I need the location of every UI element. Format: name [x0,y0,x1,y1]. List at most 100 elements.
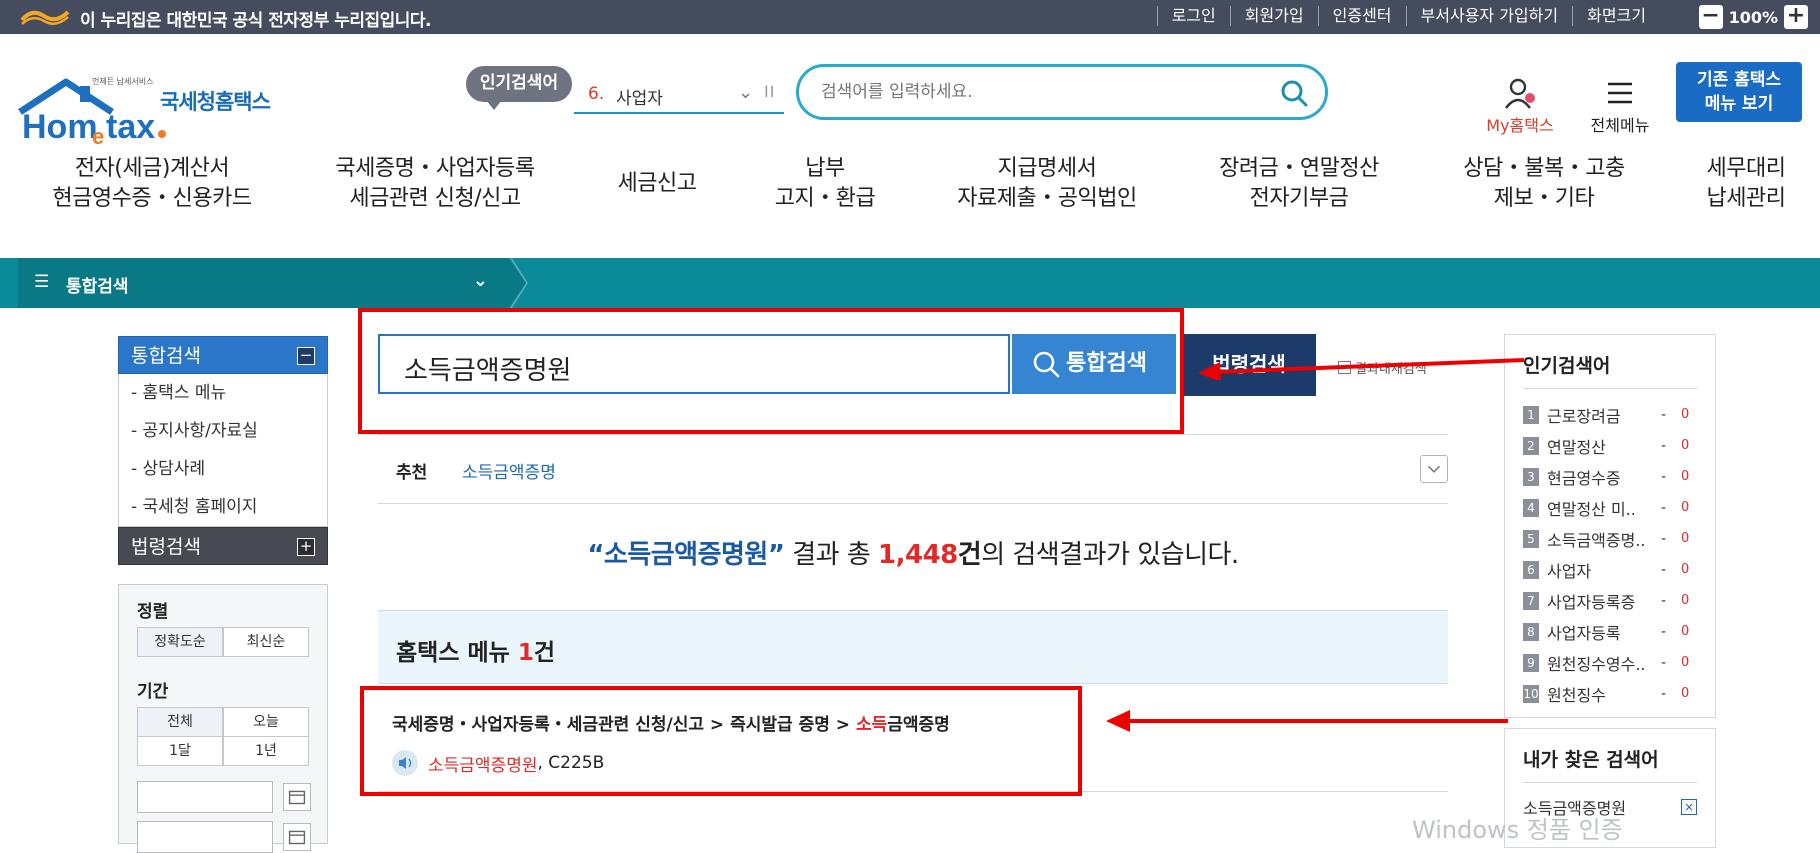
rolling-popular-keyword[interactable]: 6. 사업자 ⌄ II [574,78,784,114]
all-menu-button[interactable]: 전체메뉴 [1582,76,1658,136]
header-search-input[interactable] [821,79,1241,105]
cert-center-link[interactable]: 인증센터 [1317,6,1406,26]
rolling-keyword[interactable]: 사업자 [616,84,663,109]
rank-change-icon: - [1661,437,1667,454]
period-year-button[interactable]: 1년 [223,736,309,766]
gnb-item-payment[interactable]: 납부 고지・환급 [768,154,882,214]
popular-keyword-row[interactable]: 6 사업자 -0 [1523,554,1697,585]
gnb-item-tax-return[interactable]: 세금신고 [612,169,702,199]
popular-keyword[interactable]: 현금영수증 [1547,465,1661,489]
my-hometax-label: My홈택스 [1486,116,1554,135]
period-options-row1: 전체 오늘 [137,707,309,737]
svg-text:Hom: Hom [22,108,98,146]
lnb-head-label: 법령검색 [131,536,201,558]
lnb-item-nts-homepage[interactable]: - 국세청 홈페이지 [119,488,327,526]
popular-keyword[interactable]: 사업자등록증 [1547,589,1661,613]
lnb-item-notice[interactable]: - 공지사항/자료실 [119,412,327,450]
my-keywords-title: 내가 찾은 검색어 [1523,729,1697,783]
popular-keyword-row[interactable]: 1 근로장려금 -0 [1523,399,1697,430]
rank-change-icon: - [1661,685,1667,702]
popular-keywords-panel: 인기검색어 1 근로장려금 -0 2 연말정산 -0 3 현금영수증 -0 4 연말정산 미.. -0… [1504,334,1716,718]
sort-latest-button[interactable]: 최신순 [223,627,309,657]
gnb-item-einvoice[interactable]: 전자(세금)계산서 현금영수증・신용카드 [46,154,258,214]
gnb-item-line2: 고지・환급 [774,186,876,211]
calendar-icon[interactable] [283,783,311,811]
start-date-input[interactable] [137,781,273,813]
popular-keyword-row[interactable]: 3 현금영수증 -0 [1523,461,1697,492]
popular-keyword[interactable]: 원천징수영수.. [1547,651,1661,675]
gnb-item-line1: 세금신고 [617,171,697,196]
legacy-menu-button[interactable]: 기존 홈택스 메뉴 보기 [1676,62,1802,122]
zoom-in-button[interactable]: + [1784,5,1808,29]
period-today-button[interactable]: 오늘 [223,707,309,737]
popular-keyword-row[interactable]: 8 사업자등록 -0 [1523,616,1697,647]
login-link[interactable]: 로그인 [1156,6,1230,26]
lnb-item-consult-cases[interactable]: - 상담사례 [119,450,327,488]
logo-subtitle: 언제든 납세서비스 [92,77,154,86]
gnb-item-line1: 국세증명・사업자등록 [335,156,535,181]
popular-keyword[interactable]: 사업자등록 [1547,620,1661,644]
close-icon[interactable]: × [1681,799,1697,815]
summary-pre: 결과 총 [784,540,879,570]
expand-icon[interactable]: + [297,538,315,556]
dept-user-signup-link[interactable]: 부서사용자 가입하기 [1405,6,1573,26]
period-title: 기간 [137,682,169,702]
rank-change-icon: - [1661,592,1667,609]
lnb-item-hometax-menu[interactable]: - 홈택스 메뉴 [119,374,327,412]
section-unit: 건 [533,640,556,666]
gnb-item-line1: 지급명세서 [997,156,1097,181]
pause-icon[interactable]: II [764,82,775,101]
rank-change-icon: - [1661,499,1667,516]
gnb-item-line1: 세무대리 [1706,156,1786,181]
result-summary: “소득금액증명원” 결과 총 1,448건의 검색결과가 있습니다. [378,534,1448,571]
annotation-box-result [360,686,1082,796]
location-dropdown[interactable]: ☰ 통합검색 ⌄ [18,258,508,308]
popular-keyword[interactable]: 근로장려금 [1547,403,1661,427]
popular-keyword-row[interactable]: 10 원천징수 -0 [1523,678,1697,709]
right-sidebar: 인기검색어 1 근로장려금 -0 2 연말정산 -0 3 현금영수증 -0 4 연말정산 미.. -0… [1504,334,1716,848]
end-date-input[interactable] [137,821,273,853]
hamburger-icon [1608,82,1632,104]
popular-keyword[interactable]: 소득금액증명.. [1547,527,1661,551]
popular-keyword[interactable]: 연말정산 [1547,434,1661,458]
signup-link[interactable]: 회원가입 [1229,6,1318,26]
chevron-down-icon[interactable] [1420,455,1448,483]
popular-keyword-row[interactable]: 5 소득금액증명.. -0 [1523,523,1697,554]
popular-keyword-row[interactable]: 4 연말정산 미.. -0 [1523,492,1697,523]
gnb-item-certificates[interactable]: 국세증명・사업자등록 세금관련 신청/신고 [328,154,542,214]
utility-links: 로그인 회원가입 인증센터 부서사용자 가입하기 화면크기 [1156,6,1660,26]
rank-change-icon: - [1661,623,1667,640]
chevron-down-icon[interactable]: ⌄ [738,82,753,103]
section-title: 홈택스 메뉴 1건 [396,633,555,667]
calendar-icon[interactable] [283,823,311,851]
sort-accuracy-button[interactable]: 정확도순 [137,627,223,657]
rank-badge: 7 [1523,591,1539,610]
popular-keyword-row[interactable]: 2 연말정산 -0 [1523,430,1697,461]
search-icon[interactable] [1279,78,1309,108]
summary-close-quote: ” [767,540,785,570]
windows-activation-watermark: Windows 정품 인증 [1412,816,1623,844]
popular-keyword[interactable]: 연말정산 미.. [1547,496,1661,520]
header-search-box [796,64,1328,120]
zoom-out-button[interactable]: − [1698,5,1723,29]
rank-change-icon: - [1661,468,1667,485]
lnb-integrated-search[interactable]: 통합검색 − [118,336,328,374]
popular-keyword-row[interactable]: 9 원천징수영수.. -0 [1523,647,1697,678]
gnb-item-tax-agent[interactable]: 세무대리 납세관리 [1700,154,1792,214]
period-all-button[interactable]: 전체 [137,707,223,737]
rolling-rank: 6. [588,84,605,104]
gnb-item-consult[interactable]: 상담・불복・고충 제보・기타 [1456,154,1632,214]
rank-badge: 2 [1523,436,1539,455]
collapse-icon[interactable]: − [297,347,315,365]
gnb-item-year-end[interactable]: 장려금・연말정산 전자기부금 [1214,154,1384,214]
recommend-keyword[interactable]: 소득금액증명 [462,458,556,483]
rank-change-icon: - [1661,406,1667,423]
popular-keyword-row[interactable]: 7 사업자등록증 -0 [1523,585,1697,616]
lnb-law-search[interactable]: 법령검색 + [118,527,328,565]
popular-keyword[interactable]: 사업자 [1547,558,1661,582]
my-hometax-link[interactable]: My홈택스 [1480,76,1560,136]
popular-keyword[interactable]: 원천징수 [1547,682,1661,706]
rank-badge: 4 [1523,498,1539,517]
gnb-item-payment-statement[interactable]: 지급명세서 자료제출・공익법인 [950,154,1144,214]
period-month-button[interactable]: 1달 [137,736,223,766]
